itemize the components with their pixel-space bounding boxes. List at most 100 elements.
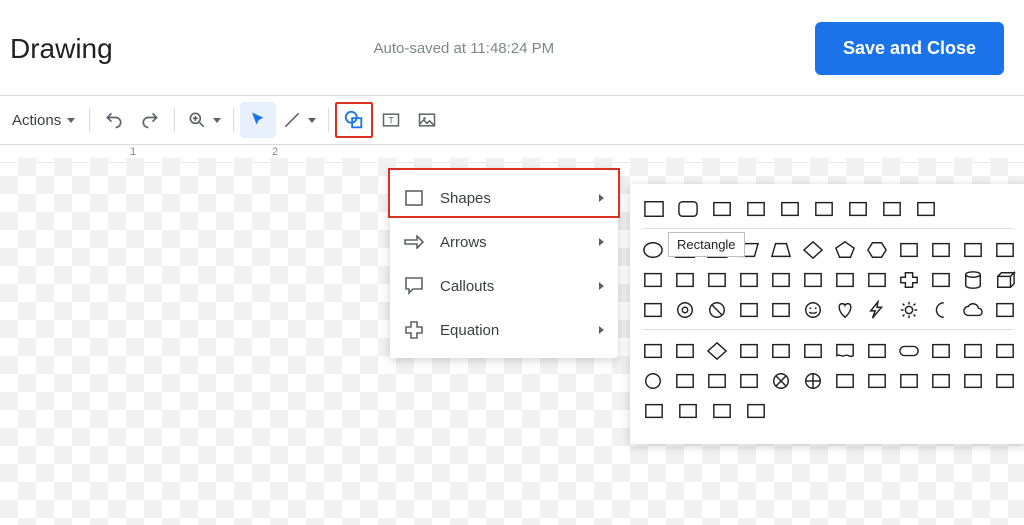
shape-moon[interactable] (930, 299, 952, 321)
menu-label: Equation (440, 322, 499, 339)
shape-folded-corner[interactable] (770, 299, 792, 321)
palette-section-flowchart (642, 340, 1014, 422)
toolbar-separator (328, 108, 329, 132)
redo-button[interactable] (132, 102, 168, 138)
shape-flowchart-data[interactable] (738, 340, 760, 362)
line-tool-button[interactable] (276, 102, 322, 138)
shape-snip-diagonal[interactable] (778, 198, 802, 220)
shape-plaque[interactable] (930, 269, 952, 291)
shape-flowchart-sort[interactable] (866, 370, 888, 392)
shape-flowchart-multidoc[interactable] (866, 340, 888, 362)
shape-flowchart-decision[interactable] (706, 340, 728, 362)
menu-item-arrows[interactable]: Arrows (390, 220, 618, 264)
shape-flowchart-preparation[interactable] (930, 340, 952, 362)
menu-item-callouts[interactable]: Callouts (390, 264, 618, 308)
shape-rectangle[interactable] (642, 198, 666, 220)
shape-decagon[interactable] (962, 239, 984, 261)
shape-cube[interactable] (994, 269, 1016, 291)
shape-cross[interactable] (898, 269, 920, 291)
shape-dodecagon[interactable] (994, 239, 1016, 261)
callout-icon (404, 276, 424, 296)
shape-block-arc[interactable] (738, 299, 760, 321)
shape-pie[interactable] (642, 269, 664, 291)
shape-flowchart-predefined[interactable] (770, 340, 792, 362)
shape-no-symbol[interactable] (706, 299, 728, 321)
shape-heptagon[interactable] (898, 239, 920, 261)
shape-bevel[interactable] (642, 299, 664, 321)
shape-rounded-rectangle[interactable] (676, 198, 700, 220)
menu-item-shapes[interactable]: Shapes (390, 176, 618, 220)
shape-pentagon[interactable] (834, 239, 856, 261)
shape-flowchart-stored-data[interactable] (962, 370, 984, 392)
menu-label: Shapes (440, 190, 491, 207)
shape-sun[interactable] (898, 299, 920, 321)
ruler-mark: 1 (130, 146, 136, 158)
shape-flowchart-summing[interactable] (770, 370, 792, 392)
shape-cloud[interactable] (962, 299, 984, 321)
line-icon (282, 110, 302, 130)
image-icon (417, 110, 437, 130)
shape-flowchart-delay[interactable] (994, 370, 1016, 392)
save-and-close-button[interactable]: Save and Close (815, 22, 1004, 75)
shape-tool-button[interactable] (335, 102, 373, 138)
shape-snip-round-single[interactable] (812, 198, 836, 220)
shape-flowchart-extract[interactable] (898, 370, 920, 392)
shape-l-shape[interactable] (834, 269, 856, 291)
shape-chord[interactable] (738, 269, 760, 291)
menu-item-equation[interactable]: Equation (390, 308, 618, 352)
shape-icon (343, 109, 365, 131)
toolbar-separator (174, 108, 175, 132)
shape-trapezoid[interactable] (770, 239, 792, 261)
shape-flowchart-document[interactable] (834, 340, 856, 362)
shape-flowchart-connector[interactable] (642, 370, 664, 392)
shape-oval[interactable] (642, 239, 664, 261)
shape-flowchart-display[interactable] (744, 400, 768, 422)
shape-flowchart-manual-input[interactable] (962, 340, 984, 362)
zoom-button[interactable] (181, 102, 227, 138)
image-button[interactable] (409, 102, 445, 138)
shape-smiley[interactable] (802, 299, 824, 321)
shape-round-single[interactable] (846, 198, 870, 220)
shape-flowchart-magnetic-disk[interactable] (676, 400, 700, 422)
shape-donut[interactable] (674, 299, 696, 321)
shape-flowchart-internal-storage[interactable] (802, 340, 824, 362)
shape-flowchart-punched-tape[interactable] (738, 370, 760, 392)
shape-lightning[interactable] (866, 299, 888, 321)
actions-menu-button[interactable]: Actions (0, 102, 83, 138)
shape-round-diagonal[interactable] (914, 198, 938, 220)
shape-hexagon[interactable] (866, 239, 888, 261)
shape-can[interactable] (962, 269, 984, 291)
shape-half-frame[interactable] (802, 269, 824, 291)
shape-frame[interactable] (770, 269, 792, 291)
shape-arc[interactable] (674, 269, 696, 291)
undo-button[interactable] (96, 102, 132, 138)
shape-heart[interactable] (834, 299, 856, 321)
select-tool-button[interactable] (240, 102, 276, 138)
shape-flowchart-card[interactable] (706, 370, 728, 392)
shape-snip-same-side[interactable] (744, 198, 768, 220)
shape-octagon[interactable] (930, 239, 952, 261)
shape-flowchart-manual-op[interactable] (994, 340, 1016, 362)
shapes-palette (630, 184, 1024, 444)
shape-snip-single-corner[interactable] (710, 198, 734, 220)
shape-diamond[interactable] (802, 239, 824, 261)
shape-round-same-side[interactable] (880, 198, 904, 220)
shape-flowchart-process[interactable] (642, 340, 664, 362)
shape-flowchart-alternate[interactable] (674, 340, 696, 362)
shape-tooltip: Rectangle (668, 232, 745, 257)
shape-flowchart-terminator[interactable] (898, 340, 920, 362)
shape-flowchart-collate[interactable] (834, 370, 856, 392)
shape-flowchart-seq-access[interactable] (642, 400, 666, 422)
shape-flowchart-direct-access[interactable] (710, 400, 734, 422)
shape-teardrop[interactable] (706, 269, 728, 291)
shape-flowchart-or[interactable] (802, 370, 824, 392)
shape-flowchart-merge[interactable] (930, 370, 952, 392)
palette-divider (642, 329, 1014, 330)
zoom-icon (187, 110, 207, 130)
shape-double-bracket[interactable] (994, 299, 1016, 321)
text-box-button[interactable]: T (373, 102, 409, 138)
shape-diagonal-stripe[interactable] (866, 269, 888, 291)
shape-flowchart-offpage[interactable] (674, 370, 696, 392)
caret-down-icon (67, 118, 75, 123)
cursor-icon (249, 111, 267, 129)
